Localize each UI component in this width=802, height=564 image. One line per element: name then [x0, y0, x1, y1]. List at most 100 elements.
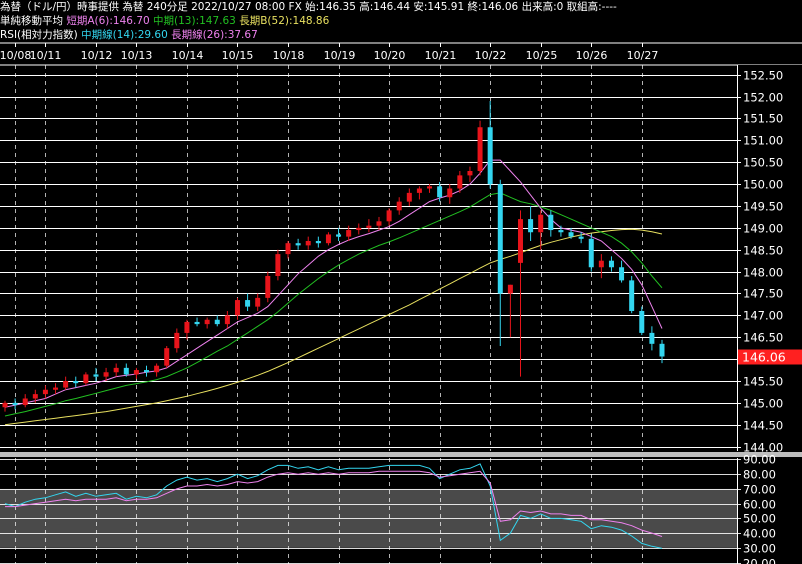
candle-body	[255, 297, 261, 307]
candle-body	[629, 280, 635, 311]
candle-body	[144, 370, 150, 373]
candle-body	[32, 394, 38, 399]
candle-body	[416, 188, 422, 193]
candle-body	[619, 267, 625, 281]
price-tick-150.00: 150.00	[743, 178, 783, 192]
candle-29	[295, 238, 301, 250]
candle-30	[305, 236, 311, 250]
candle-24	[245, 293, 251, 311]
candle-body	[93, 374, 99, 377]
candle-body	[164, 348, 170, 366]
candle-49	[497, 179, 503, 346]
candle-body	[184, 321, 190, 333]
candle-body	[396, 201, 402, 211]
candle-body	[103, 372, 109, 377]
candle-body	[477, 127, 483, 171]
price-tick-151.50: 151.50	[743, 112, 783, 126]
candle-62	[629, 276, 635, 314]
candle-46	[467, 166, 473, 182]
candle-body	[346, 230, 352, 237]
candle-body	[53, 387, 59, 390]
candle-20	[204, 317, 210, 329]
price-chart: 10/0810/11 10/12 10/13 10/14 10/15 10/18 10/19…	[0, 42, 802, 564]
candle-body	[325, 234, 331, 244]
candle-body	[608, 260, 614, 268]
candle-body	[214, 319, 220, 325]
candle-1	[12, 398, 18, 410]
date-label-10/12: 10/12	[81, 49, 113, 62]
date-label-10/18: 10/18	[273, 49, 305, 62]
candle-5	[53, 383, 59, 395]
candle-13	[133, 367, 139, 379]
last-price-label: 146.06	[742, 350, 786, 365]
candle-body	[386, 210, 392, 222]
date-label-10/14: 10/14	[172, 49, 204, 62]
candle-body	[376, 221, 382, 226]
price-tick-147.50: 147.50	[743, 287, 783, 301]
date-label-10/15: 10/15	[222, 49, 254, 62]
candle-body	[224, 315, 230, 325]
date-label-10/22: 10/22	[475, 49, 507, 62]
price-tick-148.50: 148.50	[743, 244, 783, 258]
candle-body	[83, 374, 89, 384]
candle-54	[548, 210, 554, 237]
candle-body	[538, 214, 544, 233]
date-label-10/25: 10/25	[526, 49, 558, 62]
candle-53	[538, 210, 544, 250]
candle-body	[73, 381, 79, 384]
candle-body	[123, 367, 129, 375]
candle-body	[234, 300, 240, 316]
candle-4	[42, 385, 48, 399]
candle-body	[133, 370, 139, 375]
date-label-10/11: 10/11	[30, 49, 62, 62]
date-label-10/19: 10/19	[324, 49, 356, 62]
price-tick-148.00: 148.00	[743, 266, 783, 280]
candle-63	[639, 306, 645, 336]
ma-mid-line	[4, 192, 663, 417]
candle-body	[305, 241, 311, 246]
candle-body	[487, 127, 493, 185]
rsi-tick-20.00: 20.00	[743, 557, 776, 564]
price-tick-146.50: 146.50	[743, 331, 783, 345]
candle-26	[265, 271, 271, 303]
candle-57	[578, 232, 584, 244]
candle-body	[12, 402, 18, 406]
candle-42	[427, 184, 433, 193]
rsi-tick-90.00: 90.00	[743, 453, 776, 467]
candle-body	[113, 367, 119, 373]
candle-47	[477, 120, 483, 176]
candle-55	[558, 225, 564, 237]
candle-38	[386, 208, 392, 226]
candle-body	[154, 365, 160, 373]
candle-60	[608, 256, 614, 272]
rsi-tick-50.00: 50.00	[743, 512, 776, 526]
candle-52	[528, 206, 534, 241]
candle-35	[356, 223, 362, 235]
candle-body	[265, 276, 271, 298]
candle-body	[356, 227, 362, 231]
candle-body	[285, 243, 291, 255]
rsi-tick-30.00: 30.00	[743, 542, 776, 556]
candle-body	[528, 219, 534, 233]
candle-58	[588, 234, 594, 272]
candle-body	[568, 232, 574, 237]
candle-6	[63, 376, 69, 390]
candle-body	[63, 381, 69, 388]
candle-body	[406, 192, 412, 202]
candle-32	[325, 232, 331, 246]
price-tick-144.50: 144.50	[743, 419, 783, 433]
candle-21	[214, 315, 220, 327]
date-label-10/13: 10/13	[121, 49, 153, 62]
candle-body	[42, 389, 48, 395]
ma-long-line	[4, 228, 663, 426]
candle-body	[558, 230, 564, 233]
panel-separator	[0, 452, 802, 457]
price-tick-145.50: 145.50	[743, 375, 783, 389]
candle-body	[22, 398, 28, 406]
price-tick-149.00: 149.00	[743, 222, 783, 236]
candle-body	[497, 184, 503, 294]
price-tick-150.50: 150.50	[743, 156, 783, 170]
candle-17	[174, 328, 180, 353]
ma-short-line	[4, 159, 663, 408]
candle-27	[275, 249, 281, 281]
